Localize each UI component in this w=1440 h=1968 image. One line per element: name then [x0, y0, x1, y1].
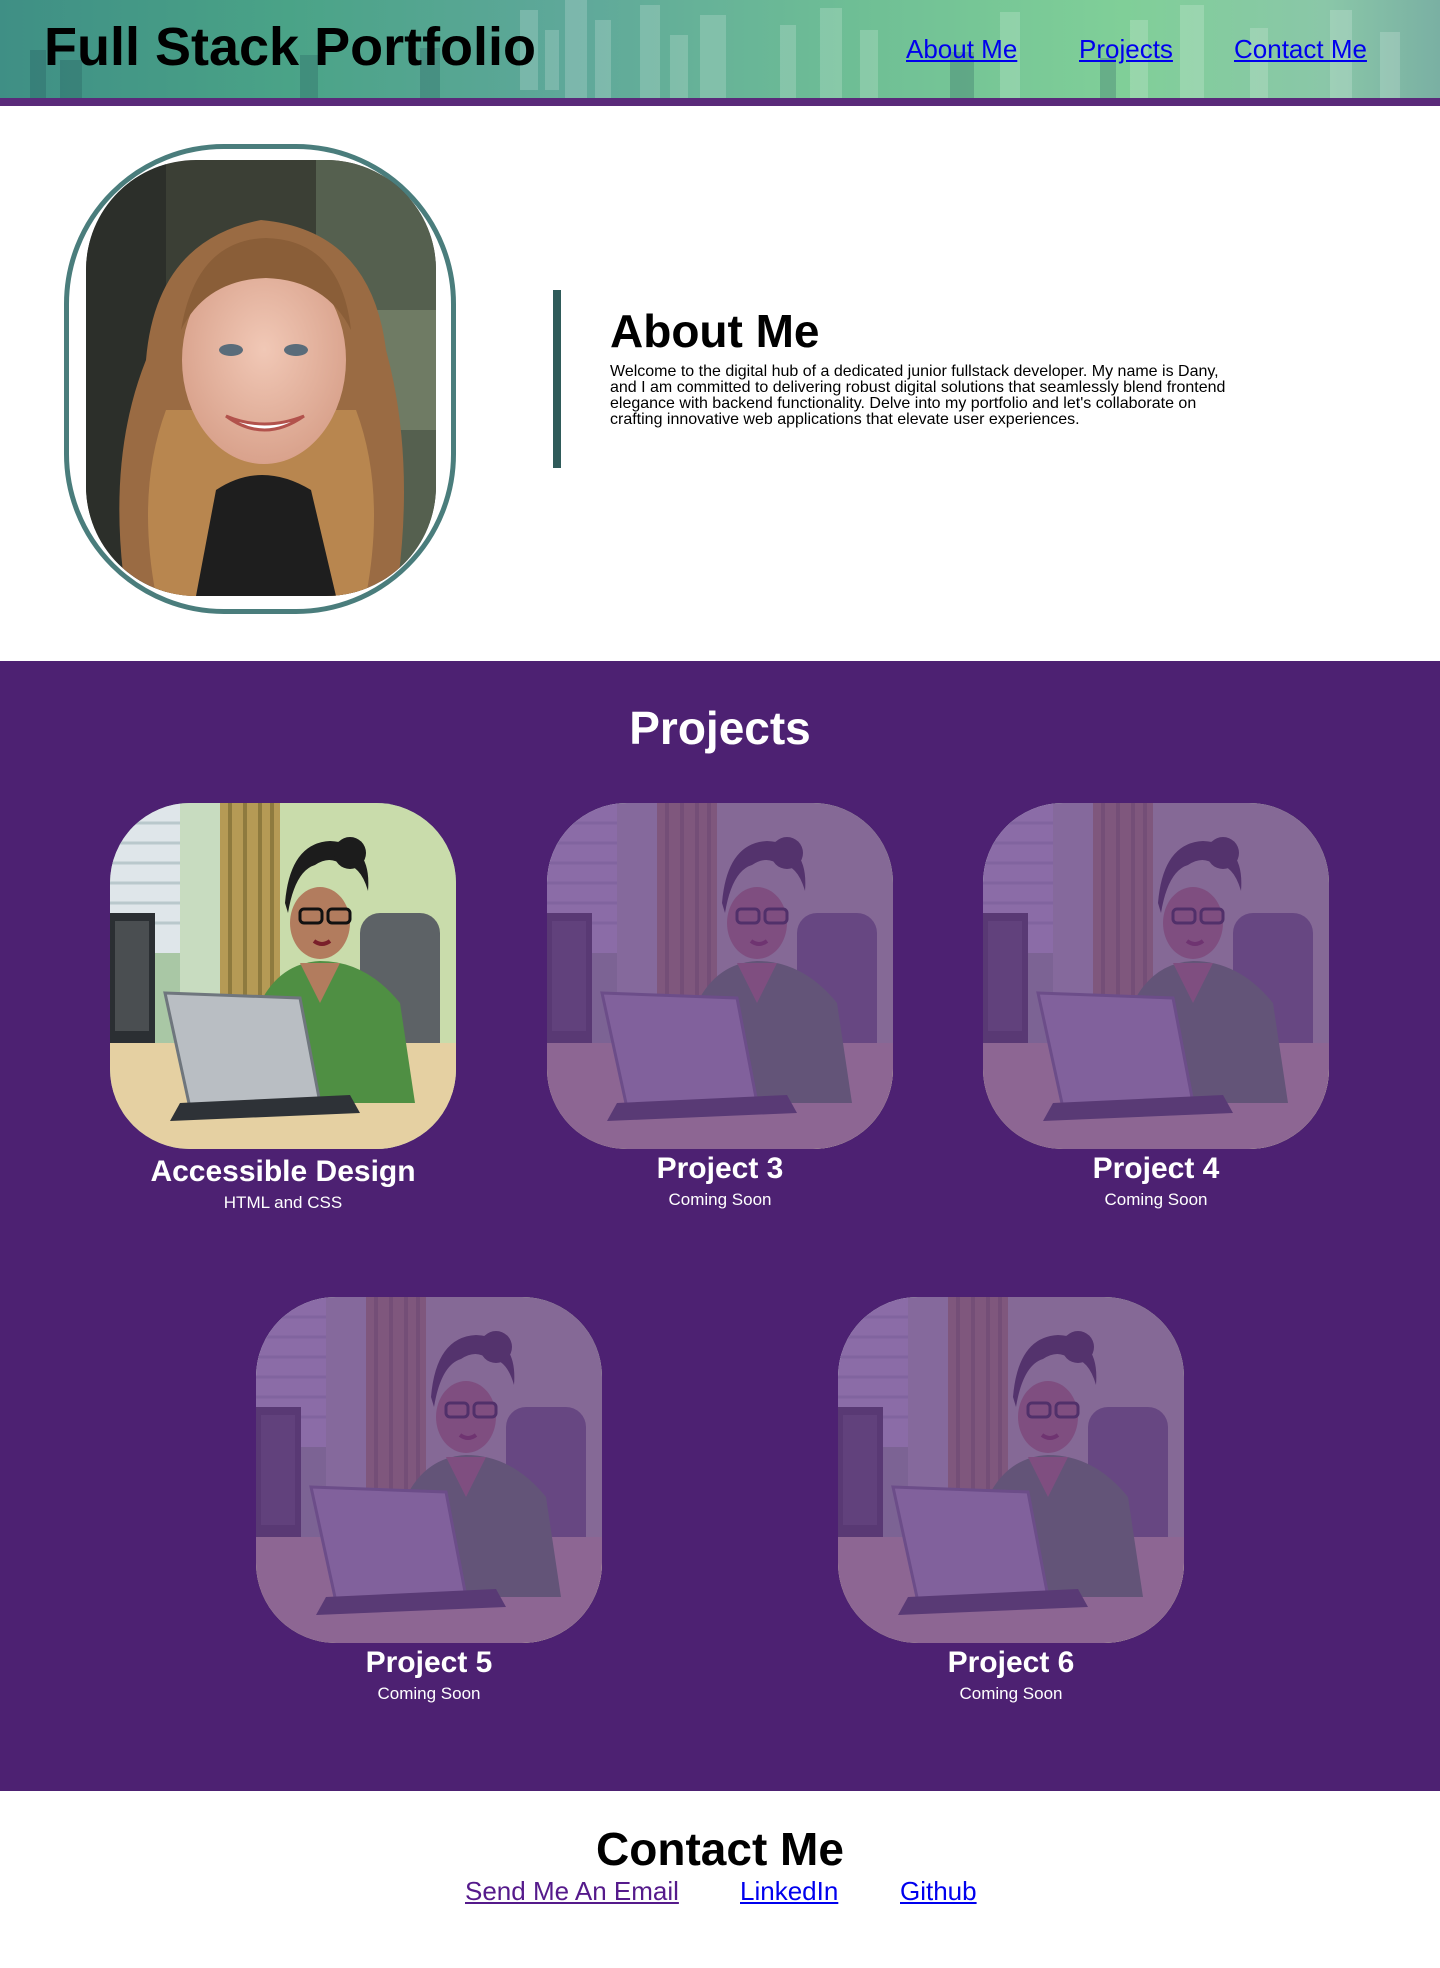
nav-link-contact-me[interactable]: Contact Me [1234, 34, 1367, 65]
header-divider [0, 98, 1440, 106]
contact-link-email[interactable]: Send Me An Email [465, 1876, 679, 1907]
project-subtitle: Coming Soon [668, 1190, 772, 1209]
project-title: Project 5 [365, 1646, 493, 1679]
project-title: Accessible Design [150, 1155, 416, 1188]
project-subtitle: HTML and CSS [223, 1193, 343, 1212]
site-header: Full Stack Portfolio About Me Projects C… [0, 0, 1440, 98]
profile-photo [86, 160, 436, 596]
projects-section: Projects Accessible Design HTML and CSS … [0, 661, 1440, 1791]
project-card-image-project-4 [983, 803, 1329, 1149]
project-card-image-project-6 [838, 1297, 1184, 1643]
project-card-image-project-3 [547, 803, 893, 1149]
project-card-image-project-5 [256, 1297, 602, 1643]
project-title: Project 4 [1092, 1152, 1220, 1185]
project-title: Project 3 [656, 1152, 784, 1185]
projects-heading: Projects [629, 702, 811, 754]
project-card-image-accessible-design[interactable] [110, 803, 456, 1149]
contact-link-github[interactable]: Github [900, 1876, 977, 1907]
site-title: Full Stack Portfolio [44, 17, 537, 77]
project-subtitle: Coming Soon [959, 1684, 1063, 1703]
nav-link-about-me[interactable]: About Me [906, 34, 1017, 65]
about-paragraph: Welcome to the digital hub of a dedicate… [610, 363, 1226, 428]
nav-link-projects[interactable]: Projects [1079, 34, 1173, 65]
contact-link-linkedin[interactable]: LinkedIn [740, 1876, 838, 1907]
about-heading: About Me [610, 305, 820, 357]
project-subtitle: Coming Soon [1104, 1190, 1208, 1209]
project-title: Project 6 [947, 1646, 1075, 1679]
project-subtitle: Coming Soon [377, 1684, 481, 1703]
about-accent-bar [553, 290, 561, 468]
contact-heading: Contact Me [596, 1823, 844, 1875]
